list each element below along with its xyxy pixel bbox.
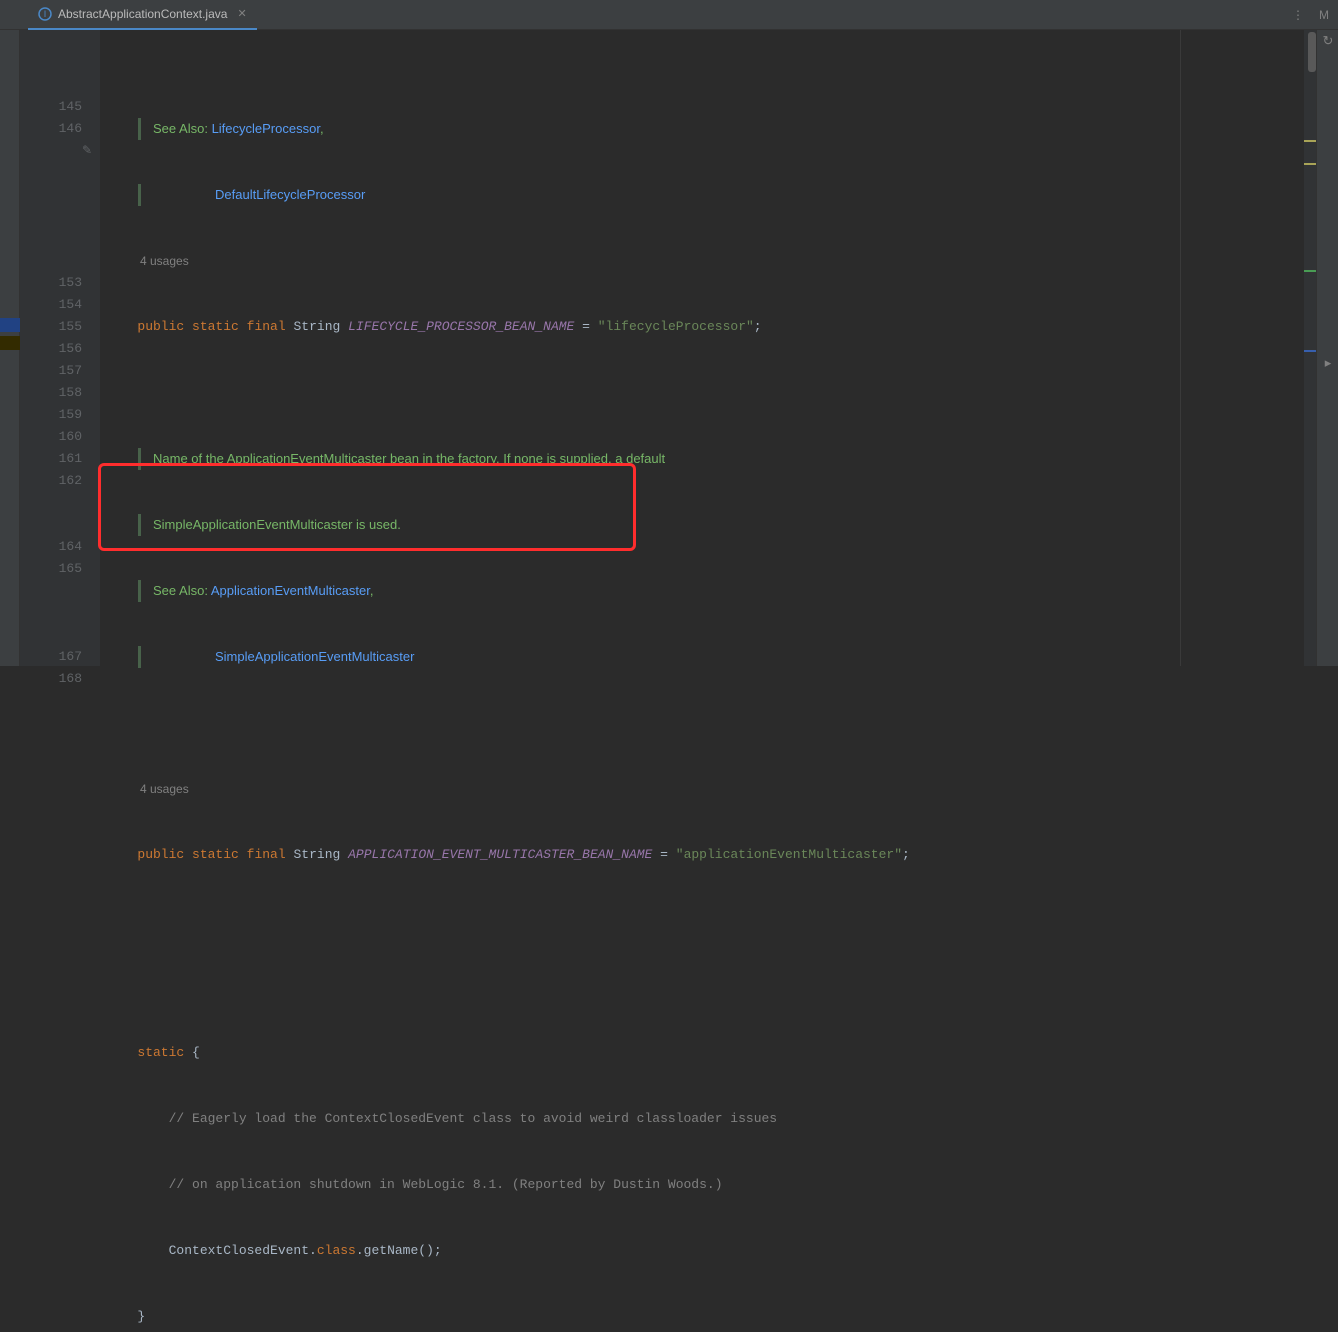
javadoc-link[interactable]: SimpleApplicationEventMulticaster <box>215 649 414 664</box>
javadoc-text: Name of the ApplicationEventMulticaster … <box>153 451 665 466</box>
svg-text:I: I <box>44 9 47 19</box>
code-line[interactable]: public static final String LIFECYCLE_PRO… <box>114 316 1316 338</box>
code-line[interactable]: // Eagerly load the ContextClosedEvent c… <box>114 1108 1316 1130</box>
javadoc-see: See Also: <box>153 583 208 598</box>
usages-hint[interactable]: 4 usages <box>140 254 189 268</box>
close-icon[interactable]: ✕ <box>237 7 246 20</box>
scroll-marker[interactable] <box>1304 140 1316 142</box>
line-gutter: 145 146 ✎ 153 154 155 156 157 158 159 16… <box>20 30 100 666</box>
line-number[interactable]: 161 <box>20 448 82 470</box>
scroll-marker[interactable] <box>1304 270 1316 272</box>
editor-tab[interactable]: I AbstractApplicationContext.java ✕ <box>28 0 257 30</box>
left-tool-strip <box>0 30 20 666</box>
line-number[interactable]: 145 <box>20 96 82 118</box>
scroll-thumb[interactable] <box>1308 32 1316 72</box>
tab-bar: I AbstractApplicationContext.java ✕ ⋮ M <box>0 0 1338 30</box>
line-number[interactable]: 159 <box>20 404 82 426</box>
javadoc-text: SimpleApplicationEventMulticaster is use… <box>153 517 401 532</box>
code-line[interactable]: } <box>114 1306 1316 1328</box>
line-number[interactable]: 155 <box>20 316 82 338</box>
line-number[interactable]: 156 <box>20 338 82 360</box>
tab-title: AbstractApplicationContext.java <box>58 7 227 21</box>
scroll-marker[interactable] <box>1304 350 1316 352</box>
edit-icon[interactable]: ✎ <box>82 140 92 162</box>
highlight-box <box>98 463 636 551</box>
code-line[interactable]: static { <box>114 1042 1316 1064</box>
code-line[interactable]: // on application shutdown in WebLogic 8… <box>114 1174 1316 1196</box>
code-line[interactable]: public static final String APPLICATION_E… <box>114 844 1316 866</box>
code-line[interactable]: ContextClosedEvent.class.getName(); <box>114 1240 1316 1262</box>
usages-hint[interactable]: 4 usages <box>140 782 189 796</box>
line-number[interactable]: 157 <box>20 360 82 382</box>
line-number[interactable]: 153 <box>20 272 82 294</box>
line-number[interactable]: 158 <box>20 382 82 404</box>
line-number[interactable]: 168 <box>20 668 82 690</box>
right-tool-strip: ↻ ▸ <box>1316 30 1338 666</box>
scroll-map[interactable] <box>1304 30 1316 666</box>
letter-icon[interactable]: M <box>1316 7 1332 23</box>
margin-line <box>1180 30 1181 666</box>
chevron-left-icon[interactable]: ▸ <box>1317 352 1338 374</box>
java-interface-icon: I <box>38 7 52 21</box>
javadoc-see: See Also: <box>153 121 208 136</box>
top-right-actions: ⋮ M <box>1290 0 1332 30</box>
scroll-marker[interactable] <box>1304 163 1316 165</box>
line-number[interactable]: 160 <box>20 426 82 448</box>
refresh-icon[interactable]: ↻ <box>1317 30 1338 52</box>
line-number[interactable]: 146 <box>20 118 82 140</box>
more-icon[interactable]: ⋮ <box>1290 7 1306 23</box>
code-editor[interactable]: See Also: LifecycleProcessor, DefaultLif… <box>100 30 1316 666</box>
gutter-marker <box>0 318 20 332</box>
line-number[interactable]: 164 <box>20 536 82 558</box>
javadoc-link[interactable]: ApplicationEventMulticaster <box>211 583 370 598</box>
line-number[interactable]: 165 <box>20 558 82 580</box>
line-number[interactable]: 154 <box>20 294 82 316</box>
gutter-marker <box>0 336 20 350</box>
javadoc-link[interactable]: DefaultLifecycleProcessor <box>215 187 365 202</box>
line-number[interactable]: 167 <box>20 646 82 668</box>
line-number[interactable]: 162 <box>20 470 82 492</box>
javadoc-link[interactable]: LifecycleProcessor <box>212 121 320 136</box>
